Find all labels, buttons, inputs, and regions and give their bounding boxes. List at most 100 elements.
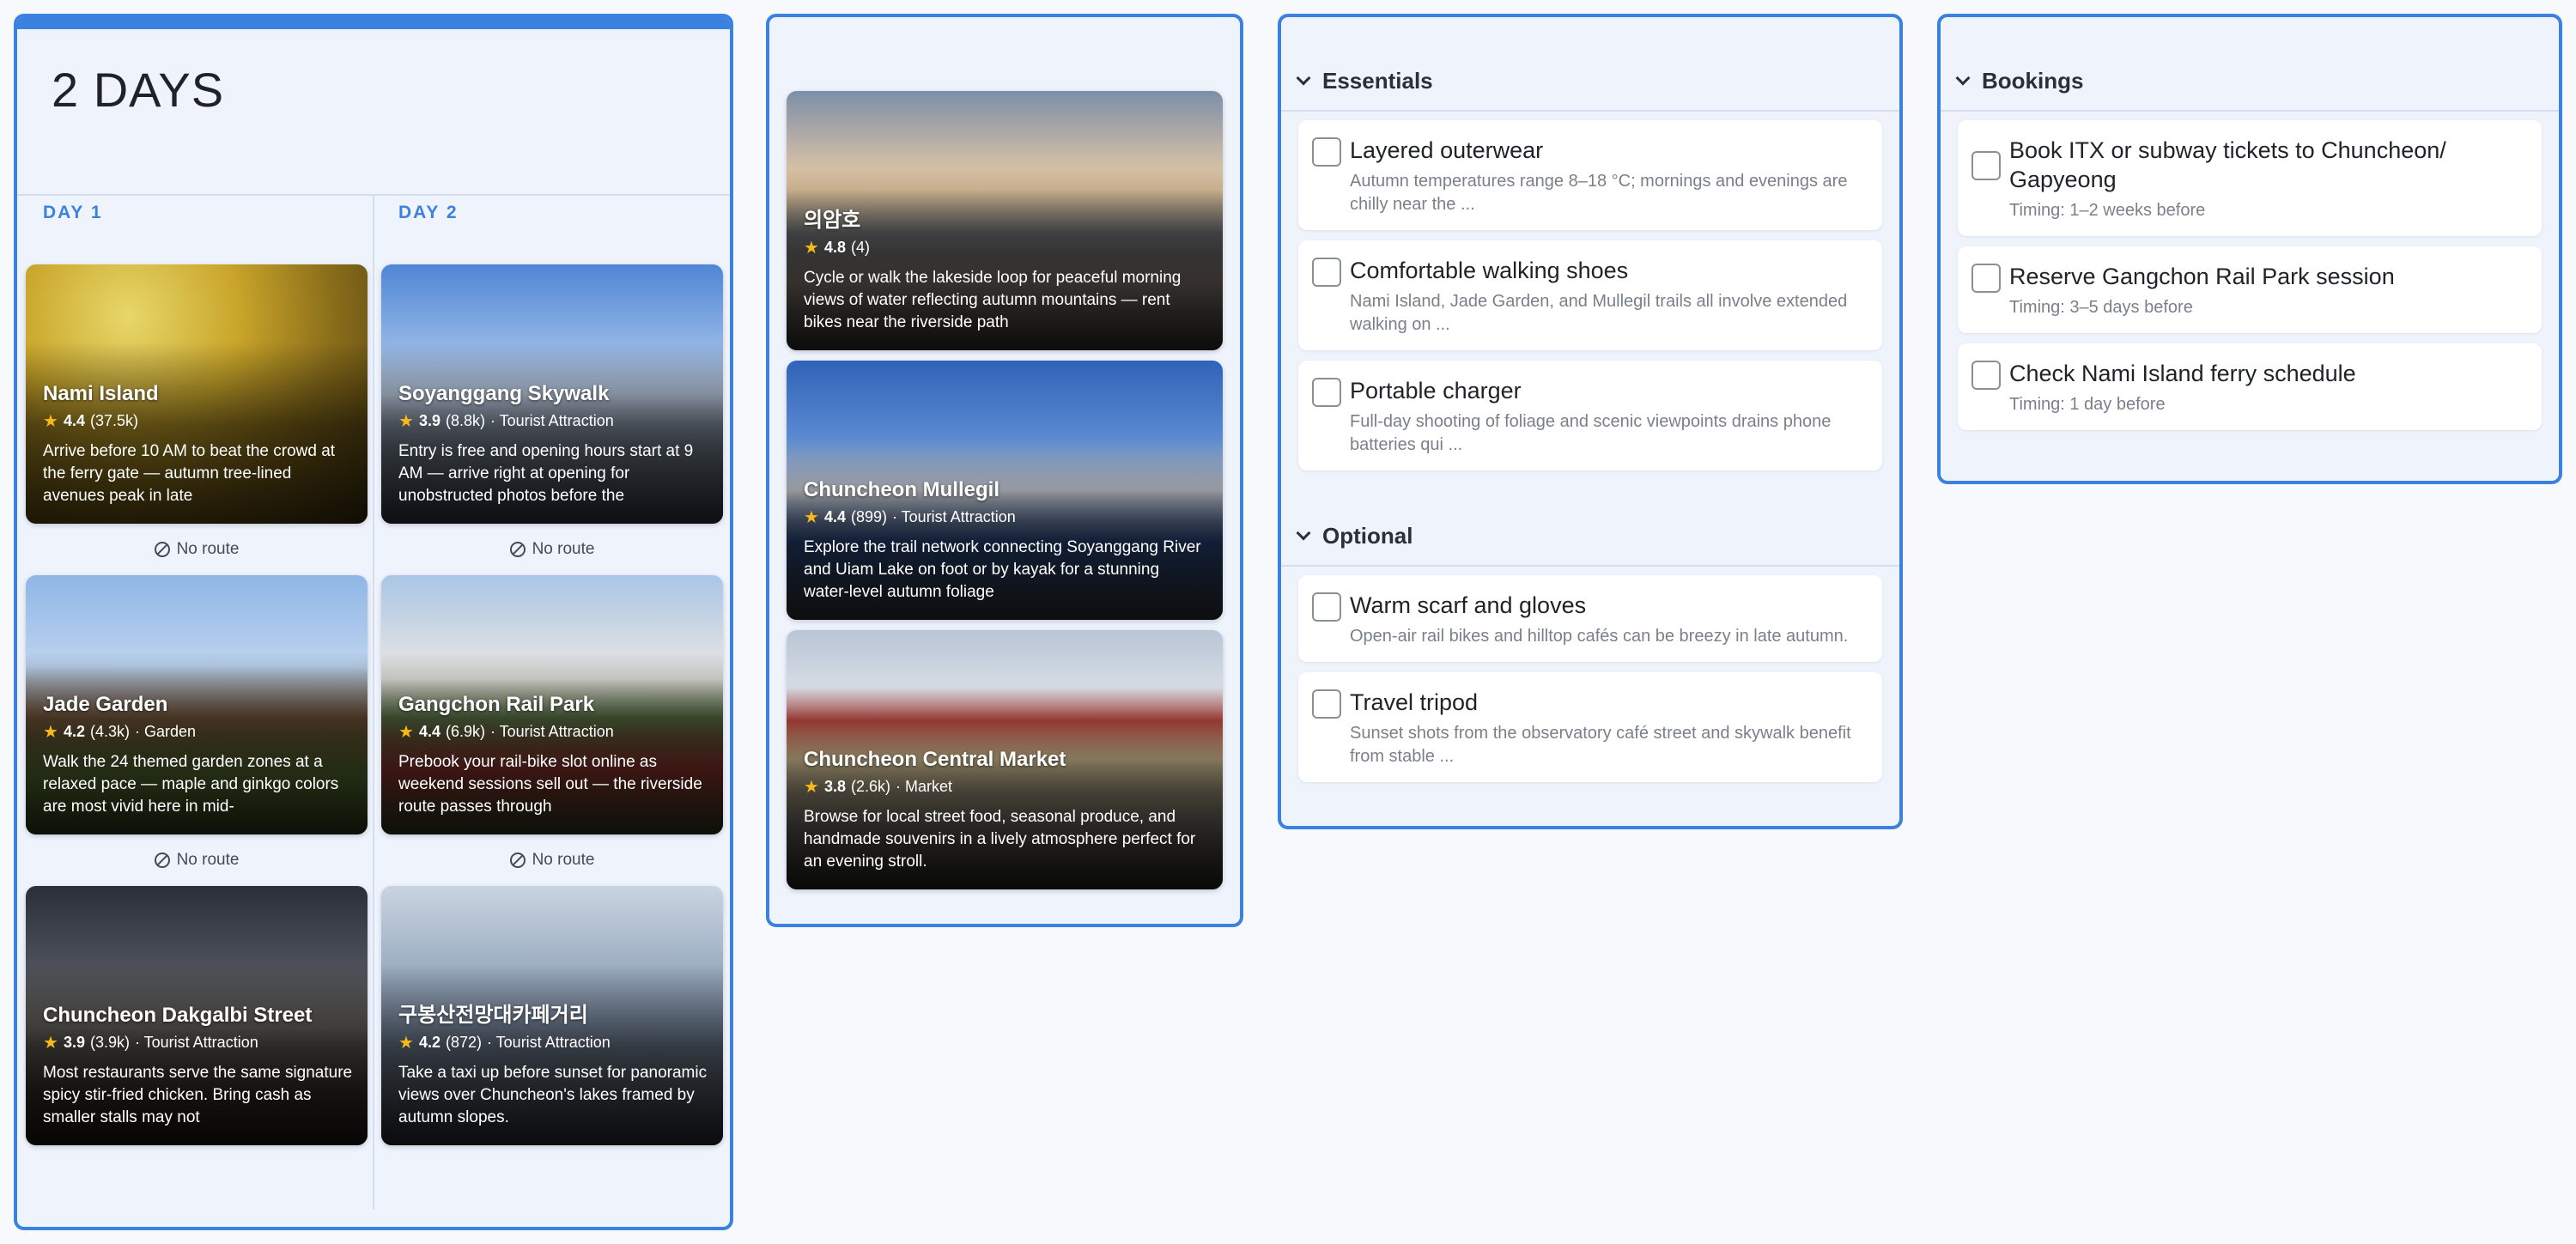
item-label: Reserve Gangchon Rail Park session — [2009, 264, 2395, 289]
place-category: · Garden — [134, 723, 197, 740]
item-checkbox[interactable] — [1971, 151, 2001, 180]
place-card-soyanggang-skywalk[interactable]: Soyanggang Skywalk ★ 3.9 (8.8k) · Touris… — [381, 264, 723, 524]
route-indicator[interactable]: No route — [26, 834, 368, 886]
item-checkbox[interactable] — [1971, 264, 2001, 293]
place-name: Chuncheon Dakgalbi Street — [43, 1004, 313, 1027]
place-card-uiamho[interactable]: 의암호 ★ 4.8 (4) Cycle or walk the lakeside… — [787, 91, 1223, 350]
optional-title: Optional — [1322, 522, 1413, 549]
itinerary-accent-bar — [17, 17, 730, 29]
place-rating: 4.4 — [823, 508, 846, 525]
place-reviews: (4) — [850, 239, 870, 256]
star-icon: ★ — [398, 1034, 414, 1053]
checklist-item: Travel tripod Sunset shots from the obse… — [1298, 672, 1882, 782]
item-checkbox[interactable] — [1312, 258, 1341, 287]
item-label: Travel tripod — [1350, 689, 1479, 715]
item-note: Timing: 1–2 weeks before — [2009, 201, 2206, 220]
place-name: Gangchon Rail Park — [398, 693, 595, 716]
star-icon: ★ — [804, 508, 819, 527]
item-note: Autumn temperatures range 8–18 °C; morni… — [1350, 172, 1848, 214]
unscheduled-list: 의암호 ★ 4.8 (4) Cycle or walk the lakeside… — [787, 91, 1223, 889]
place-name: 의암호 — [804, 209, 861, 232]
place-category: · Tourist Attraction — [892, 508, 1016, 525]
place-rating: 4.2 — [63, 723, 85, 740]
item-checkbox[interactable] — [1312, 137, 1341, 167]
item-note: Sunset shots from the observatory café s… — [1350, 724, 1851, 766]
place-description: Explore the trail network connecting Soy… — [804, 538, 1201, 601]
place-name: Soyanggang Skywalk — [398, 382, 610, 405]
place-reviews: (6.9k) — [445, 723, 485, 740]
place-reviews: (899) — [850, 508, 887, 525]
item-label: Layered outerwear — [1350, 137, 1544, 163]
day-2-column: Soyanggang Skywalk ★ 3.9 (8.8k) · Touris… — [381, 264, 723, 1145]
item-note: Timing: 1 day before — [2009, 395, 2166, 414]
place-reviews: (872) — [445, 1034, 482, 1051]
place-reviews: (37.5k) — [89, 412, 138, 429]
packing-list-panel: Essentials Layered outerwear Autumn temp… — [1278, 14, 1903, 829]
place-description: Take a taxi up before sunset for panoram… — [398, 1064, 708, 1126]
place-reviews: (2.6k) — [850, 778, 890, 795]
checklist-item: Portable charger Full-day shooting of fo… — [1298, 361, 1882, 470]
route-indicator[interactable]: No route — [381, 524, 723, 575]
place-category: · Tourist Attraction — [487, 1034, 611, 1051]
place-category: · Tourist Attraction — [489, 723, 614, 740]
place-card-chuncheon-mullegil[interactable]: Chuncheon Mullegil ★ 4.4 (899) · Tourist… — [787, 361, 1223, 620]
place-reviews: (3.9k) — [89, 1034, 130, 1051]
bookings-section-header[interactable]: Bookings — [1941, 52, 2559, 112]
place-name: Jade Garden — [43, 693, 168, 716]
place-rating: 3.9 — [418, 412, 440, 429]
item-checkbox[interactable] — [1312, 592, 1341, 622]
unscheduled-places-panel: 의암호 ★ 4.8 (4) Cycle or walk the lakeside… — [766, 14, 1243, 927]
place-card-gubongsan-cafe-street[interactable]: 구봉산전망대카페거리 ★ 4.2 (872) · Tourist Attract… — [381, 886, 723, 1145]
star-icon: ★ — [43, 723, 58, 742]
place-card-nami-island[interactable]: Nami Island ★ 4.4 (37.5k) Arrive before … — [26, 264, 368, 524]
item-note: Nami Island, Jade Garden, and Mullegil t… — [1350, 292, 1848, 334]
star-icon: ★ — [804, 239, 819, 258]
item-checkbox[interactable] — [1312, 378, 1341, 407]
itinerary-panel: 2 DAYS DAY 1 DAY 2 Nami Island ★ 4.4 (37… — [14, 14, 733, 1230]
place-card-gangchon-rail-park[interactable]: Gangchon Rail Park ★ 4.4 (6.9k) · Touris… — [381, 575, 723, 834]
place-name: 구봉산전망대카페거리 — [398, 1004, 588, 1027]
optional-section-header[interactable]: Optional — [1281, 507, 1899, 567]
no-route-icon — [509, 853, 526, 868]
item-label: Warm scarf and gloves — [1350, 592, 1587, 618]
checklist-item: Layered outerwear Autumn temperatures ra… — [1298, 120, 1882, 230]
place-rating: 4.4 — [63, 412, 85, 429]
checklist-item: Check Nami Island ferry schedule Timing:… — [1958, 343, 2542, 430]
day-column-divider — [373, 194, 374, 1210]
place-card-jade-garden[interactable]: Jade Garden ★ 4.2 (4.3k) · Garden Walk t… — [26, 575, 368, 834]
place-category: · Tourist Attraction — [489, 412, 614, 429]
chevron-down-icon — [1296, 70, 1311, 86]
place-rating: 4.8 — [823, 239, 846, 256]
chevron-down-icon — [1296, 525, 1311, 541]
star-icon: ★ — [398, 412, 414, 431]
place-description: Cycle or walk the lakeside loop for peac… — [804, 269, 1182, 331]
no-route-icon — [154, 853, 170, 868]
place-card-chuncheon-central-market[interactable]: Chuncheon Central Market ★ 3.8 (2.6k) · … — [787, 630, 1223, 889]
place-rating: 4.4 — [418, 723, 440, 740]
route-label: No route — [532, 540, 595, 558]
bookings-panel: Bookings Book ITX or subway tickets to C… — [1937, 14, 2562, 484]
star-icon: ★ — [398, 723, 414, 742]
essentials-section-header[interactable]: Essentials — [1281, 52, 1899, 112]
route-label: No route — [532, 851, 595, 869]
optional-list: Warm scarf and gloves Open-air rail bike… — [1298, 575, 1882, 782]
place-description: Most restaurants serve the same signatur… — [43, 1064, 353, 1126]
place-description: Arrive before 10 AM to beat the crowd at… — [43, 442, 336, 505]
place-card-dakgalbi-street[interactable]: Chuncheon Dakgalbi Street ★ 3.9 (3.9k) ·… — [26, 886, 368, 1145]
place-rating: 3.9 — [63, 1034, 85, 1051]
route-indicator[interactable]: No route — [381, 834, 723, 886]
route-label: No route — [176, 540, 240, 558]
place-category: · Market — [895, 778, 952, 795]
star-icon: ★ — [43, 1034, 58, 1053]
star-icon: ★ — [804, 778, 819, 797]
route-label: No route — [176, 851, 240, 869]
checklist-item: Comfortable walking shoes Nami Island, J… — [1298, 240, 1882, 350]
no-route-icon — [509, 542, 526, 557]
route-indicator[interactable]: No route — [26, 524, 368, 575]
day-1-column: Nami Island ★ 4.4 (37.5k) Arrive before … — [26, 264, 368, 1145]
place-name: Nami Island — [43, 382, 159, 405]
place-reviews: (8.8k) — [445, 412, 485, 429]
item-checkbox[interactable] — [1971, 361, 2001, 390]
place-name: Chuncheon Central Market — [804, 748, 1066, 771]
item-checkbox[interactable] — [1312, 689, 1341, 719]
